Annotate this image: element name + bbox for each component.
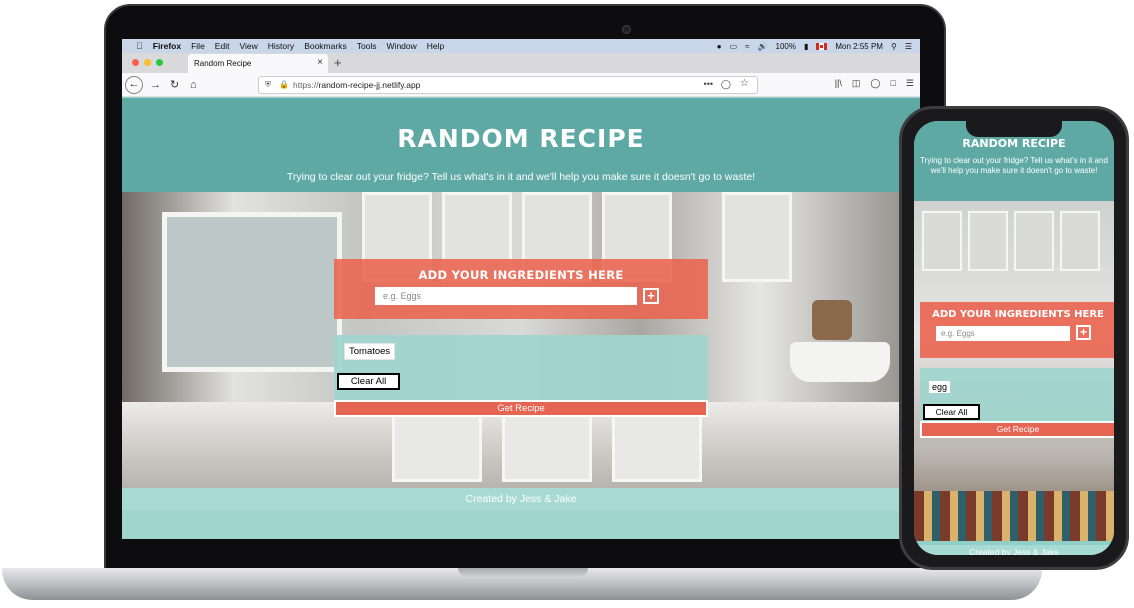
laptop-opening-notch (458, 568, 588, 577)
menu-status-area: ● ▭ ≈ 🔊 100% ▮ Mon 2:55 PM ⚲ ☰ (717, 39, 912, 53)
ingredients-heading: ADD YOUR INGREDIENTS HERE (418, 268, 624, 282)
home-icon[interactable]: ⌂ (190, 77, 197, 93)
add-ingredient-button[interactable]: + (643, 288, 659, 304)
volume-icon[interactable]: 🔊 (758, 42, 768, 51)
mac-menu-bar:  Firefox File Edit View History Bookmar… (122, 39, 920, 53)
new-tab-icon[interactable]: + (334, 55, 342, 70)
window-close-icon[interactable] (132, 59, 139, 66)
site-header: RANDOM RECIPE Trying to clear out your f… (122, 98, 920, 192)
kitchen-cabinet (722, 192, 792, 282)
kitchen-drawer (392, 412, 482, 482)
kitchen-drawer (502, 412, 592, 482)
wifi-icon[interactable]: ≈ (745, 42, 749, 51)
kitchen-cabinet (1014, 211, 1054, 271)
phone-add-ingredient-button[interactable]: + (1076, 325, 1091, 340)
web-page: RANDOM RECIPE Trying to clear out your f… (122, 98, 920, 539)
toolbar-icons: ||\ ◫ ◯ □ ☰ (835, 78, 914, 89)
window-fullscreen-icon[interactable] (156, 59, 163, 66)
kitchen-window (162, 212, 342, 372)
phone-clear-all-button[interactable]: Clear All (923, 404, 980, 420)
url-bar[interactable]: ⛨ 🔒 https://random-recipe-jj.netlify.app… (258, 76, 758, 94)
library-icon[interactable]: ||\ (835, 78, 842, 89)
menu-file[interactable]: File (191, 41, 205, 51)
phone-ingredient-chip[interactable]: egg (929, 381, 951, 393)
reload-icon[interactable]: ↻ (170, 77, 179, 93)
phone-site-footer: Created by Jess & Jake (914, 545, 1114, 555)
input-source-flag-icon[interactable] (816, 42, 828, 50)
menu-bookmarks[interactable]: Bookmarks (304, 41, 347, 51)
menu-clock[interactable]: Mon 2:55 PM (835, 42, 883, 51)
menu-view[interactable]: View (239, 41, 257, 51)
menu-window[interactable]: Window (387, 41, 417, 51)
lock-icon[interactable]: 🔒 (279, 80, 289, 89)
kitchen-drawer (612, 412, 702, 482)
product-mockup:  Firefox File Edit View History Bookmar… (0, 0, 1134, 608)
utensil-holder (812, 300, 852, 340)
menu-edit[interactable]: Edit (215, 41, 230, 51)
airplay-icon[interactable]: ▭ (730, 42, 738, 51)
window-minimize-icon[interactable] (144, 59, 151, 66)
browser-nav-bar: ← → ↻ ⌂ ⛨ 🔒 https://random-recipe-jj.net… (122, 73, 920, 97)
site-title: RANDOM RECIPE (397, 124, 645, 153)
phone-get-recipe-button[interactable]: Get Recipe (920, 421, 1114, 438)
laptop-screen:  Firefox File Edit View History Bookmar… (122, 39, 920, 539)
extension-icon[interactable]: □ (890, 78, 895, 89)
browser-tab[interactable]: Random Recipe × (188, 54, 328, 73)
ingredient-input[interactable] (375, 287, 637, 305)
menu-tools[interactable]: Tools (357, 41, 377, 51)
chat-icon[interactable]: ● (717, 42, 722, 51)
kitchen-cabinet (922, 211, 962, 271)
cooking-pot (790, 342, 890, 382)
shield-icon[interactable]: ⛨ (265, 80, 271, 90)
menu-app-name[interactable]: Firefox (153, 41, 181, 51)
phone-ingredients-panel: ADD YOUR INGREDIENTS HERE + (920, 302, 1114, 358)
site-tagline: Trying to clear out your fridge? Tell us… (286, 171, 756, 183)
phone-notch (966, 121, 1062, 137)
kitchen-cabinet (968, 211, 1008, 271)
site-footer: Created by Jess & Jake (122, 488, 920, 510)
ingredients-panel: ADD YOUR INGREDIENTS HERE + (334, 259, 708, 319)
page-actions-icon[interactable]: ••• (704, 79, 713, 89)
spotlight-icon[interactable]: ⚲ (891, 42, 897, 51)
phone-screen: RANDOM RECIPE Trying to clear out your f… (914, 121, 1114, 555)
camera-icon (622, 25, 631, 34)
sidebar-icon[interactable]: ◫ (852, 78, 861, 89)
ingredient-chip[interactable]: Tomatoes (344, 343, 396, 360)
control-center-icon[interactable]: ☰ (905, 42, 912, 51)
bookmark-star-icon[interactable]: ☆ (740, 78, 749, 89)
forward-icon[interactable]: → (150, 77, 161, 93)
kitchen-rug (914, 491, 1114, 541)
battery-icon[interactable]: ▮ (804, 42, 808, 51)
phone-ingredients-heading: ADD YOUR INGREDIENTS HERE (932, 309, 1104, 320)
tab-close-icon[interactable]: × (317, 57, 323, 68)
clear-all-button[interactable]: Clear All (337, 373, 400, 390)
browser-tab-strip: Random Recipe × + (122, 53, 920, 73)
kitchen-cabinet (1060, 211, 1100, 271)
apple-icon[interactable]:  (136, 41, 143, 51)
account-icon[interactable]: ◯ (870, 78, 880, 89)
url-prefix: https:// (293, 80, 319, 90)
phone-site-tagline: Trying to clear out your fridge? Tell us… (920, 156, 1108, 175)
url-domain: random-recipe-jj.netlify.app (318, 80, 421, 90)
tab-title: Random Recipe (194, 59, 252, 68)
get-recipe-button[interactable]: Get Recipe (334, 400, 708, 417)
menu-help[interactable]: Help (427, 41, 444, 51)
hamburger-menu-icon[interactable]: ☰ (906, 78, 914, 89)
phone-ingredient-input[interactable] (936, 326, 1070, 341)
battery-percent[interactable]: 100% (776, 42, 796, 51)
phone-frame: RANDOM RECIPE Trying to clear out your f… (899, 106, 1129, 570)
pocket-icon[interactable]: ◯ (721, 79, 731, 90)
back-icon[interactable]: ← (125, 76, 143, 94)
menu-history[interactable]: History (268, 41, 294, 51)
